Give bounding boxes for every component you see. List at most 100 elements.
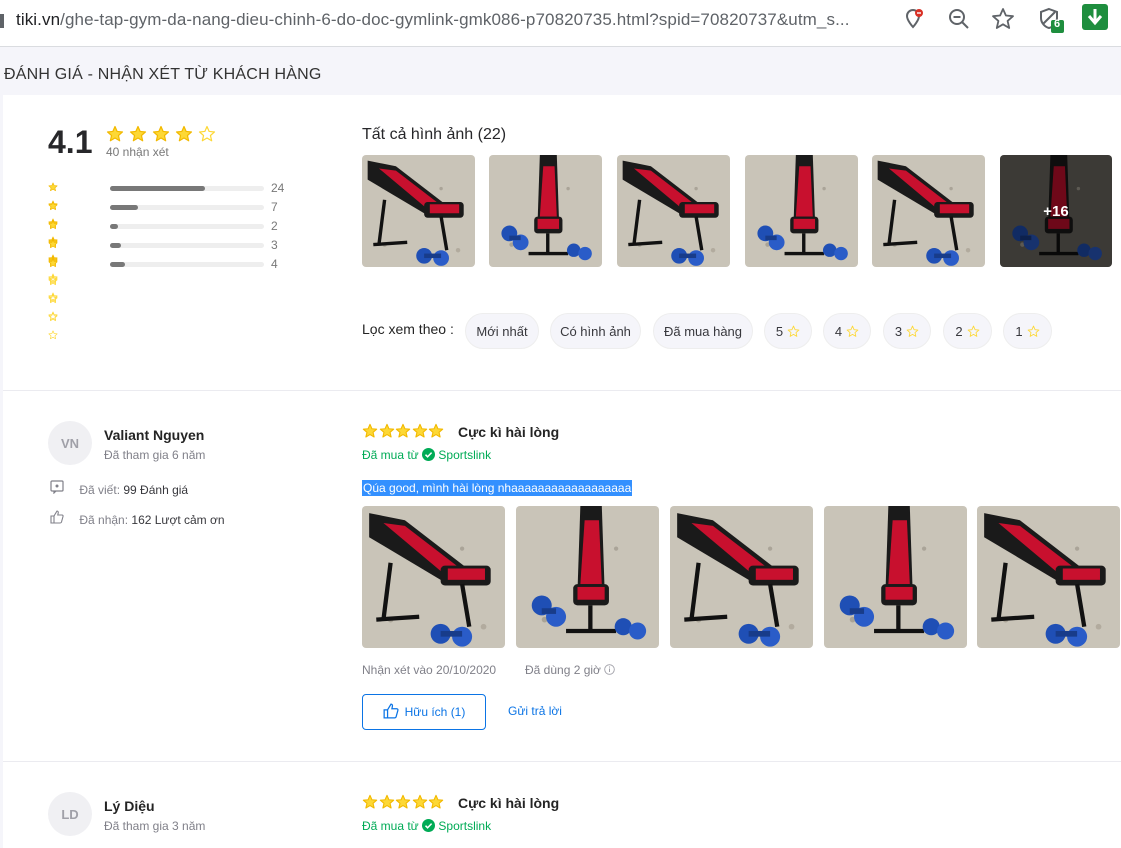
gallery-thumbnail[interactable] [745,155,858,267]
star-filled-icon [379,794,394,809]
browser-toolbar: tiki.vn/ghe-tap-gym-da-nang-dieu-chinh-6… [0,0,1121,47]
received-label: Đã nhận: [79,513,129,527]
star-empty-icon [967,325,979,337]
rating-bar-fill [110,224,118,229]
review-title: Cực kì hài lòng [458,424,560,440]
star-filled-icon [428,794,444,809]
bought-label: Đã mua từ [362,819,419,833]
zoom-out-icon[interactable] [946,6,972,32]
filter-chip[interactable]: 1 [1003,313,1052,349]
review-photo[interactable] [824,506,967,648]
rating-bar [110,243,264,248]
location-blocked-icon[interactable] [900,6,926,32]
reviewer-joined: Đã tham gia 6 năm [104,448,206,462]
star-filled-icon [48,220,58,230]
rating-bar-fill [110,262,126,267]
star-filled-icon [395,794,411,809]
reviewer-joined: Đã tham gia 3 năm [104,819,206,833]
helpful-label: Hữu ích (1) [404,705,466,719]
url-host: tiki.vn [16,10,61,29]
filter-chip-label: 3 [894,323,903,339]
star-empty-icon [198,125,216,142]
review-title: Cực kì hài lòng [458,795,560,811]
gallery-thumbnail[interactable] [617,155,730,267]
divider [3,390,1121,391]
filter-chip[interactable]: Mới nhất [465,313,539,349]
helpful-button[interactable]: Hữu ích (1) [362,694,486,730]
gallery-thumbnail[interactable] [362,155,475,267]
review-photo[interactable] [670,506,813,648]
filter-chip-label: Có hình ảnh [560,323,631,339]
star-filled-icon [152,125,170,142]
seller-name[interactable]: Sportslink [438,819,491,833]
review-count-icon [50,480,68,497]
star-filled-icon [362,794,378,809]
star-filled-icon [395,423,411,438]
average-score: 4.1 [48,124,93,160]
filter-chip[interactable]: 3 [883,313,931,349]
rating-bar [110,224,264,229]
filter-chip[interactable]: Có hình ảnh [550,313,641,349]
star-filled-icon [48,258,58,268]
filter-chip[interactable]: 5 [764,313,812,349]
rating-bar-fill [110,205,138,210]
thumbs-up-icon [383,703,399,722]
reviewer-written: Đã viết: 99 Đánh giá [50,480,188,497]
filter-chip-label: 4 [834,323,843,339]
seller-name[interactable]: Sportslink [438,448,491,462]
reviewer-name: Valiant Nguyen [104,427,205,443]
more-photos-overlay[interactable]: +16 [1000,155,1112,267]
verified-icon [422,819,436,835]
reply-link[interactable]: Gửi trả lời [508,704,562,718]
address-bar[interactable]: tiki.vn/ghe-tap-gym-da-nang-dieu-chinh-6… [16,10,850,30]
star-filled-icon [175,125,193,142]
used-time: Đã dùng 2 giờ [525,663,601,677]
filter-chip-label: 1 [1015,323,1023,339]
filter-chip-label: 5 [775,323,784,339]
star-filled-icon [412,794,427,809]
review-photo[interactable] [516,506,659,648]
filter-chip-label: 2 [955,323,963,339]
star-filled-icon [48,239,58,249]
star-filled-icon [362,423,378,438]
filter-chip[interactable]: 2 [943,313,992,349]
star-empty-icon [48,330,58,340]
filter-chip-label: Đã mua hàng [663,323,743,339]
filter-chip-label: Mới nhất [476,323,528,339]
star-filled-icon [379,423,394,438]
rating-row-stars [48,258,59,348]
star-empty-icon [906,325,919,337]
star-empty-icon [846,325,859,337]
rating-bar [110,186,264,191]
review-content: Qúa good, mình hài lòng nhaaaaaaaaaaaaaa… [362,480,633,496]
review-stars [362,794,445,812]
filter-label: Lọc xem theo : [362,321,454,337]
thumbs-up-icon [50,510,68,527]
site-info-icon[interactable] [0,14,4,28]
url-path: /ghe-tap-gym-da-nang-dieu-chinh-6-do-doc… [60,10,850,29]
star-empty-icon [48,276,58,286]
section-title: ĐÁNH GIÁ - NHẬN XÉT TỪ KHÁCH HÀNG [4,66,322,83]
gallery-title: Tất cả hình ảnh (22) [362,126,507,143]
verified-icon [422,448,436,464]
divider [3,761,1121,762]
info-icon[interactable] [604,664,616,678]
filter-chip[interactable]: Đã mua hàng [653,313,753,349]
review-bought-from: Đã mua từ Sportslink [362,819,491,835]
gallery-thumbnail[interactable]: +16 [1000,155,1112,267]
download-icon[interactable] [1082,4,1108,30]
rating-bar-fill [110,243,121,248]
star-empty-icon [48,294,58,304]
review-photo[interactable] [977,506,1120,648]
gallery-thumbnail[interactable] [872,155,985,267]
gallery-thumbnail[interactable] [489,155,602,267]
filter-chip[interactable]: 4 [823,313,871,349]
star-filled-icon [48,201,58,211]
shield-extension-icon[interactable]: 6 [1037,6,1064,33]
review-photo[interactable] [362,506,505,648]
bookmark-star-icon[interactable] [990,6,1016,32]
star-empty-icon [787,325,800,337]
star-filled-icon [106,125,124,142]
star-empty-icon [1027,325,1039,337]
star-filled-icon [412,423,427,438]
